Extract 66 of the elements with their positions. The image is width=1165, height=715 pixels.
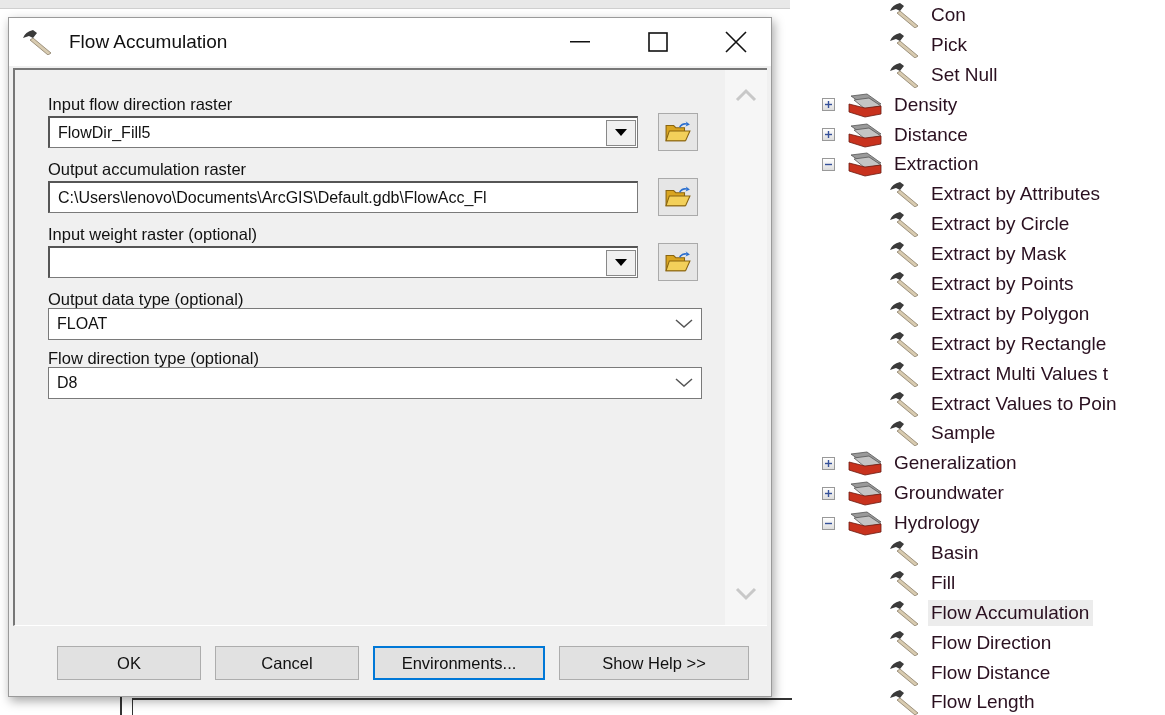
dialog-button[interactable]: Environments...: [373, 646, 545, 680]
expand-toggle[interactable]: [822, 157, 835, 171]
field-label: Output accumulation raster: [48, 159, 248, 179]
field-label: Output data type (optional): [48, 289, 245, 309]
field-label: Input flow direction raster: [48, 94, 234, 114]
tree-item[interactable]: Set Null: [928, 61, 1002, 88]
expand-toggle[interactable]: [822, 98, 835, 112]
minimize-icon: [570, 41, 590, 43]
window-title: Flow Accumulation: [69, 31, 229, 53]
tree-item[interactable]: Pick: [928, 31, 971, 58]
dialog-button[interactable]: Show Help >>: [559, 646, 749, 680]
tree-item[interactable]: Extract by Rectangle: [928, 330, 1111, 357]
tree-item[interactable]: Groundwater: [891, 480, 1008, 507]
tree-item[interactable]: Flow Distance: [928, 659, 1055, 686]
browse-button[interactable]: [658, 178, 698, 216]
toolbox-icon: [847, 510, 883, 537]
tree-item[interactable]: Extract by Circle: [928, 211, 1074, 238]
tree-item[interactable]: Extract by Points: [928, 270, 1078, 297]
toolbox-icon: [847, 151, 883, 178]
tree-item[interactable]: Extraction: [891, 151, 983, 178]
tree-item[interactable]: Fill: [928, 569, 960, 596]
plus-icon: [824, 458, 833, 468]
toolbox-icon: [847, 91, 883, 118]
maximize-icon: [648, 32, 668, 52]
tree-item[interactable]: Basin: [928, 539, 983, 566]
tree-item[interactable]: Extract Multi Values t: [928, 360, 1113, 387]
tree-item[interactable]: Extract Values to Poin: [928, 390, 1121, 417]
browse-button[interactable]: [658, 113, 698, 151]
plus-icon: [824, 100, 833, 110]
tree-item[interactable]: Density: [891, 91, 962, 118]
chevron-down-icon: [675, 319, 693, 329]
dialog-button[interactable]: Cancel: [215, 646, 359, 680]
chevron-down-icon: [675, 378, 693, 388]
folder-icon: [665, 186, 691, 208]
toolbox-icon: [847, 121, 883, 148]
folder-icon: [665, 121, 691, 143]
dialog-button[interactable]: OK: [57, 646, 201, 680]
browse-button[interactable]: [658, 243, 698, 281]
type-select[interactable]: D8: [48, 367, 702, 399]
tree-item[interactable]: Sample: [928, 420, 1000, 447]
field-label: Input weight raster (optional): [48, 224, 259, 244]
plus-icon: [824, 130, 833, 139]
close-icon: [725, 31, 747, 53]
folder-icon: [665, 251, 691, 273]
tree-item[interactable]: Extract by Attributes: [928, 181, 1104, 208]
toolbox-icon: [847, 450, 883, 477]
output-field[interactable]: C:\Users\lenovo\Documents\ArcGIS\Default.gdb\FlowAcc_Fl: [48, 181, 638, 213]
tree-item[interactable]: Extract by Polygon: [928, 300, 1094, 327]
tree-item[interactable]: Flow Direction: [928, 629, 1056, 656]
expand-toggle[interactable]: [822, 128, 835, 141]
tree-item[interactable]: Flow Length: [928, 689, 1039, 715]
raster-dropdown[interactable]: [48, 246, 638, 278]
field-label: Flow direction type (optional): [48, 348, 260, 368]
expand-toggle[interactable]: [822, 516, 835, 530]
toolbox-icon: [847, 480, 883, 507]
tree-item[interactable]: Flow Accumulation: [928, 599, 1094, 626]
tree-item[interactable]: Hydrology: [891, 510, 984, 537]
expand-toggle[interactable]: [822, 486, 835, 500]
tree-item[interactable]: Distance: [891, 121, 972, 148]
type-select[interactable]: FLOAT: [48, 308, 702, 340]
plus-icon: [824, 488, 833, 498]
expand-toggle[interactable]: [822, 456, 835, 470]
tree-item[interactable]: Con: [928, 1, 970, 28]
tree-item[interactable]: Generalization: [891, 450, 1021, 477]
raster-dropdown[interactable]: FlowDir_Fill5: [48, 116, 638, 148]
tree-item[interactable]: Extract by Mask: [928, 241, 1071, 268]
